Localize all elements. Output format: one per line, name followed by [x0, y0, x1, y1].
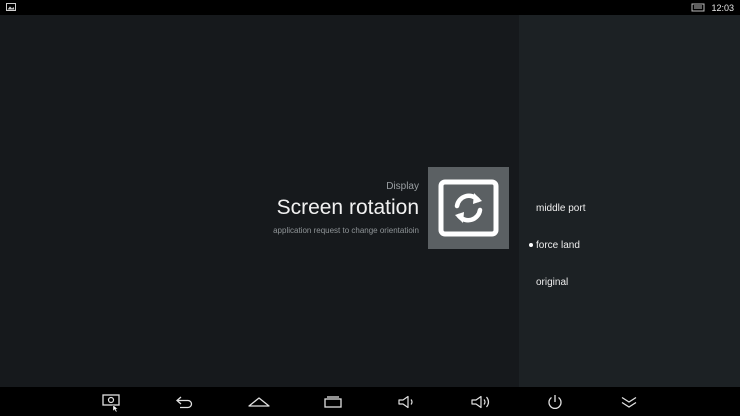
back-icon: [176, 396, 193, 408]
setting-category: Display: [386, 181, 419, 192]
option-original[interactable]: original: [536, 277, 568, 288]
screen-rotation-tile: [428, 167, 509, 249]
ethernet-icon: [691, 3, 705, 12]
home-button[interactable]: [244, 387, 274, 416]
power-button[interactable]: [540, 387, 570, 416]
screenshot-button[interactable]: [96, 387, 126, 416]
home-icon: [248, 396, 270, 407]
navigation-bar: [0, 387, 740, 416]
option-force-land[interactable]: force land: [536, 240, 580, 251]
volume-up-icon: [471, 395, 490, 408]
option-middle-port[interactable]: middle port: [536, 203, 585, 214]
power-icon: [548, 394, 562, 409]
selected-option-bullet: [529, 243, 533, 247]
collapse-icon: [621, 396, 637, 408]
screen-rotation-icon: [438, 179, 499, 237]
recent-apps-button[interactable]: [318, 387, 348, 416]
back-button[interactable]: [170, 387, 200, 416]
options-panel: [519, 15, 740, 387]
status-time: 12:03: [711, 2, 734, 13]
image-icon: [6, 3, 16, 11]
volume-down-button[interactable]: [392, 387, 422, 416]
volume-up-button[interactable]: [466, 387, 496, 416]
setting-description: application request to change orientatio…: [273, 226, 419, 235]
collapse-button[interactable]: [614, 387, 644, 416]
setting-title: Screen rotation: [276, 196, 419, 219]
status-bar: 12:03: [0, 0, 740, 15]
screenshot-icon: [102, 393, 120, 412]
volume-down-icon: [398, 395, 413, 408]
recent-apps-icon: [324, 395, 342, 408]
